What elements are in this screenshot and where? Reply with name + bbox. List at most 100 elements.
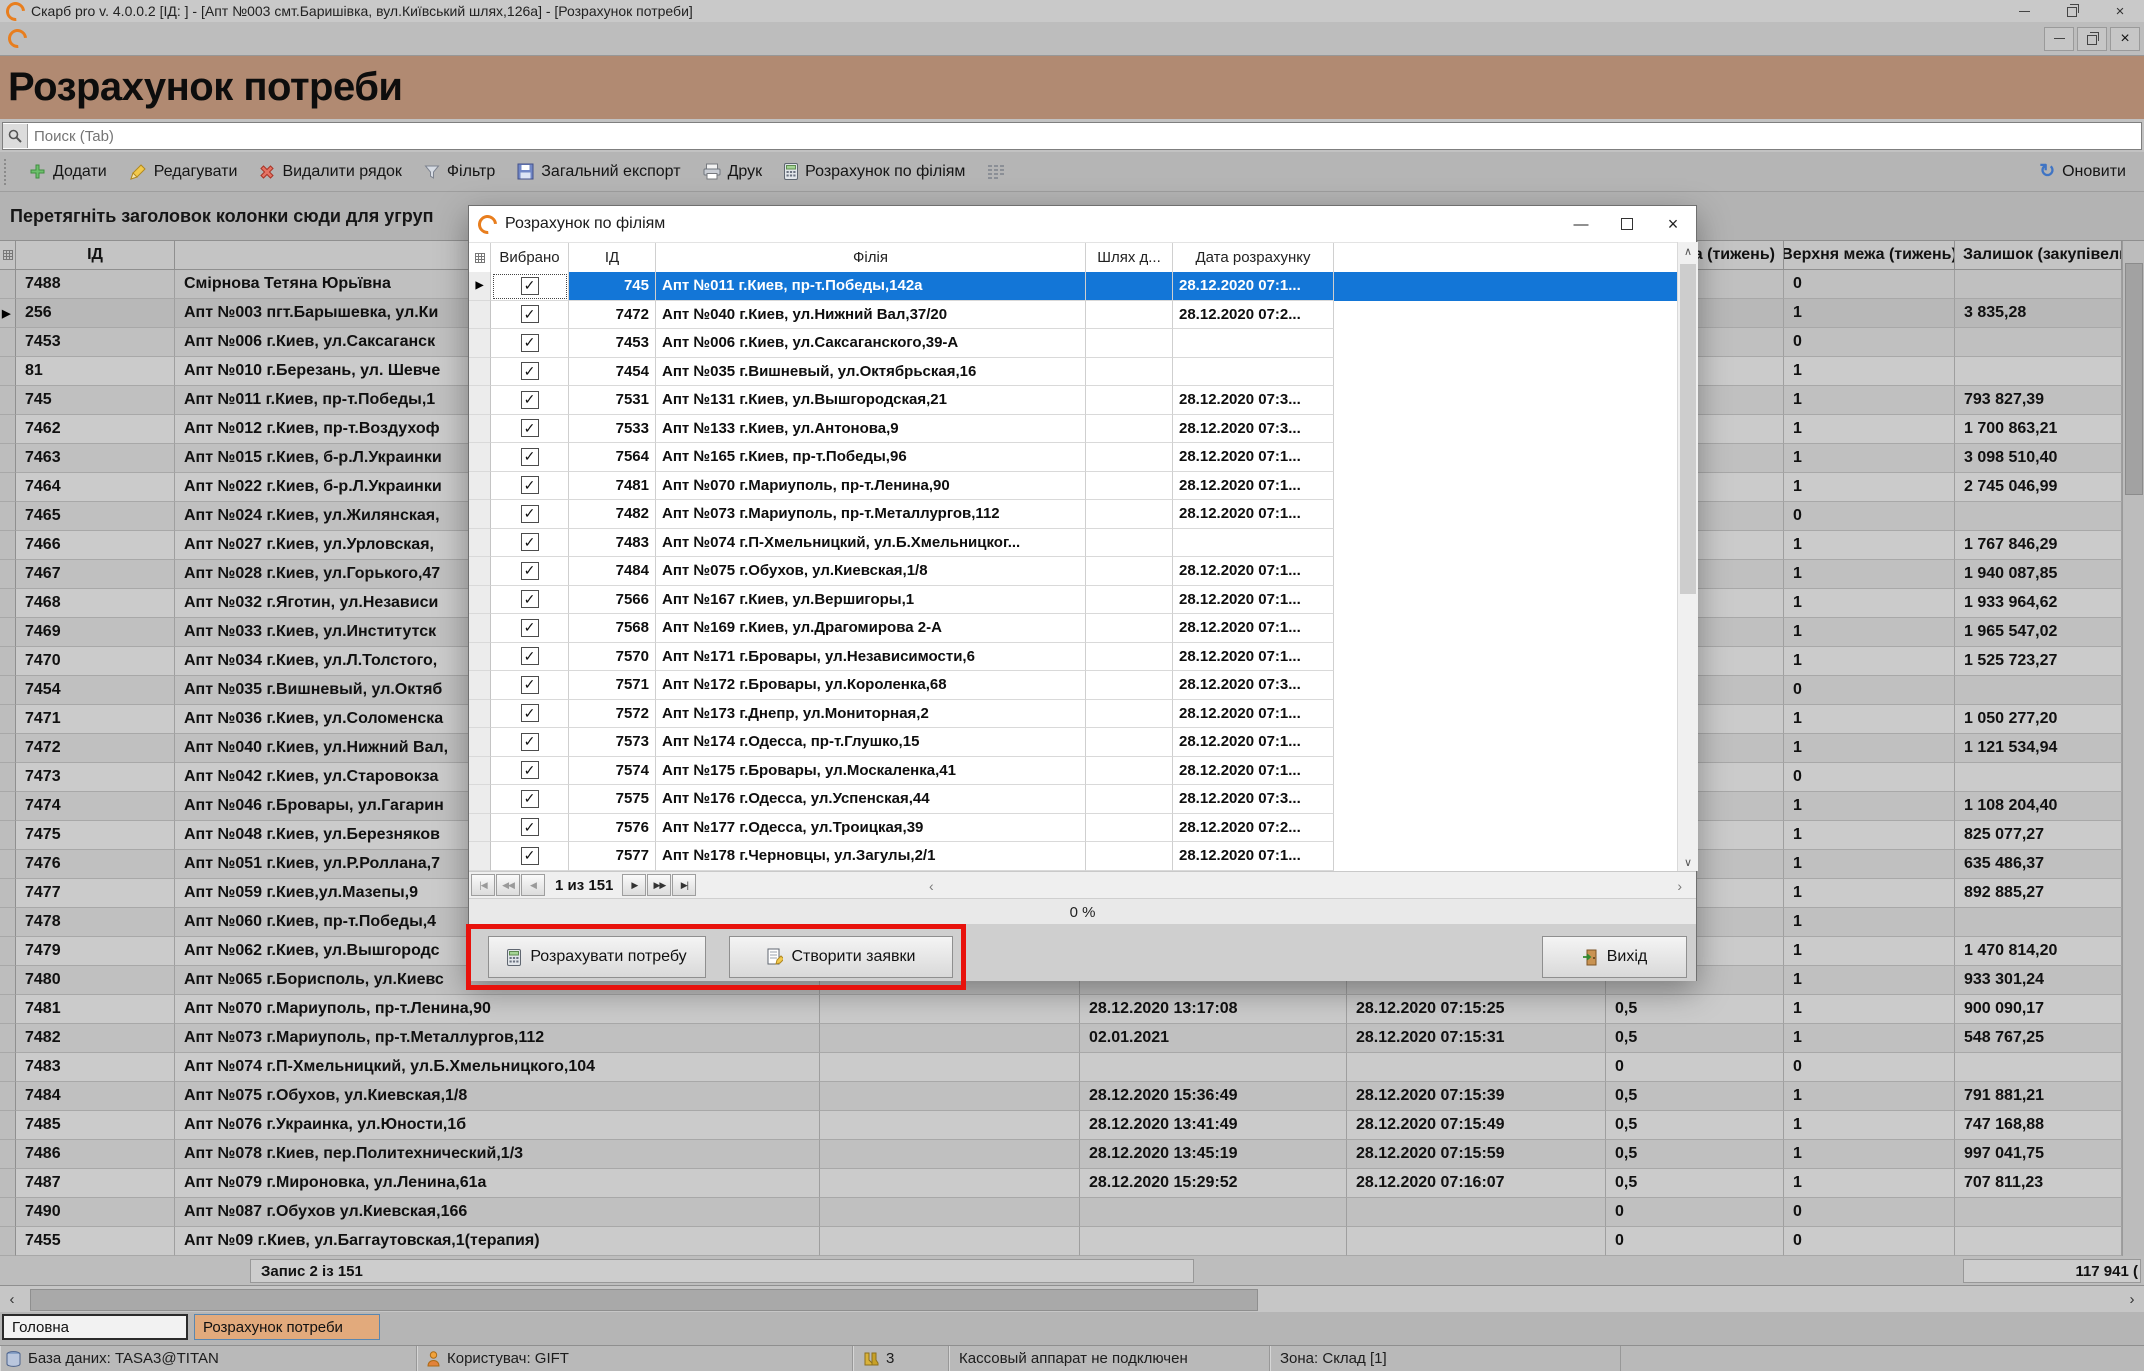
- dialog-minimize-button[interactable]: —: [1558, 206, 1604, 242]
- main-horizontal-scrollbar[interactable]: ‹ ›: [0, 1286, 2144, 1312]
- checkbox-cell[interactable]: [491, 700, 569, 729]
- scroll-left-icon[interactable]: ‹: [0, 1286, 24, 1312]
- delete-row-button[interactable]: Видалити рядок: [251, 160, 409, 184]
- columns-icon[interactable]: [979, 161, 1013, 183]
- branch-row[interactable]: 7572 Апт №173 г.Днепр, ул.Мониторная,2 2…: [469, 700, 1677, 729]
- branch-row[interactable]: 7564 Апт №165 г.Киев, пр-т.Победы,96 28.…: [469, 443, 1677, 472]
- branch-row[interactable]: 7483 Апт №074 г.П-Хмельницкий, ул.Б.Хмел…: [469, 529, 1677, 558]
- checkbox-cell[interactable]: [491, 500, 569, 529]
- mdi-close-button[interactable]: ×: [2110, 27, 2140, 51]
- column-header-checked[interactable]: Вибрано: [491, 243, 569, 273]
- checkbox-cell[interactable]: [491, 415, 569, 444]
- dialog-maximize-button[interactable]: [1604, 206, 1650, 242]
- checkbox[interactable]: [521, 619, 539, 637]
- checkbox[interactable]: [521, 505, 539, 523]
- main-vertical-scrollbar[interactable]: [2122, 241, 2144, 1256]
- table-row[interactable]: 7486 Апт №078 г.Киев, пер.Политехнически…: [0, 1140, 2144, 1169]
- table-row[interactable]: 7482 Апт №073 г.Мариуполь, пр-т.Металлур…: [0, 1024, 2144, 1053]
- branch-row[interactable]: 7568 Апт №169 г.Киев, ул.Драгомирова 2-А…: [469, 614, 1677, 643]
- edit-button[interactable]: Редагувати: [121, 160, 246, 184]
- checkbox[interactable]: [521, 391, 539, 409]
- column-header-id[interactable]: ІД: [569, 243, 656, 273]
- filter-button[interactable]: Фільтр: [416, 160, 503, 184]
- branch-row[interactable]: 7576 Апт №177 г.Одесса, ул.Троицкая,39 2…: [469, 814, 1677, 843]
- column-header-path[interactable]: Шлях д...: [1086, 243, 1173, 273]
- pager-prev-page-icon[interactable]: ◀◀: [496, 874, 520, 896]
- checkbox-cell[interactable]: [491, 557, 569, 586]
- checkbox[interactable]: [521, 818, 539, 836]
- dialog-vertical-scrollbar[interactable]: ∧ ∨: [1677, 242, 1698, 871]
- mdi-minimize-button[interactable]: [2044, 27, 2074, 51]
- checkbox-cell[interactable]: [491, 301, 569, 330]
- checkbox[interactable]: [521, 676, 539, 694]
- minimize-button[interactable]: [2000, 0, 2048, 22]
- table-row[interactable]: 7484 Апт №075 г.Обухов, ул.Киевская,1/8 …: [0, 1082, 2144, 1111]
- checkbox-cell[interactable]: [491, 443, 569, 472]
- calc-by-branches-button[interactable]: Розрахунок по філіям: [776, 160, 973, 184]
- column-header-branch[interactable]: Філія: [656, 243, 1086, 273]
- column-header-stock[interactable]: Залишок (закупівельн: [1955, 240, 2122, 270]
- checkbox-cell[interactable]: [491, 586, 569, 615]
- branch-row[interactable]: 7574 Апт №175 г.Бровары, ул.Москаленка,4…: [469, 757, 1677, 786]
- table-row[interactable]: 7455 Апт №09 г.Киев, ул.Баггаутовская,1(…: [0, 1227, 2144, 1256]
- checkbox[interactable]: [521, 419, 539, 437]
- pager-first-icon[interactable]: |◀: [471, 874, 495, 896]
- branch-row[interactable]: 7575 Апт №176 г.Одесса, ул.Успенская,44 …: [469, 785, 1677, 814]
- toolbar-grip[interactable]: [4, 159, 11, 185]
- scrollbar-thumb[interactable]: [1680, 264, 1696, 594]
- checkbox[interactable]: [521, 334, 539, 352]
- checkbox[interactable]: [521, 847, 539, 865]
- checkbox-cell[interactable]: [491, 614, 569, 643]
- branch-row[interactable]: 7482 Апт №073 г.Мариуполь, пр-т.Металлур…: [469, 500, 1677, 529]
- print-button[interactable]: Друк: [695, 160, 771, 184]
- branch-row[interactable]: 7573 Апт №174 г.Одесса, пр-т.Глушко,15 2…: [469, 728, 1677, 757]
- checkbox[interactable]: [521, 590, 539, 608]
- mdi-restore-button[interactable]: [2077, 27, 2107, 51]
- checkbox[interactable]: [521, 647, 539, 665]
- checkbox-cell[interactable]: [491, 757, 569, 786]
- checkbox-cell[interactable]: [491, 814, 569, 843]
- dialog-horizontal-scrollbar[interactable]: ‹ ›: [929, 874, 1682, 897]
- refresh-button[interactable]: ↻ Оновити: [2031, 157, 2134, 186]
- checkbox[interactable]: [521, 362, 539, 380]
- pager-next-icon[interactable]: ▶: [622, 874, 646, 896]
- pager-prev-icon[interactable]: ◀: [521, 874, 545, 896]
- restore-button[interactable]: [2048, 0, 2096, 22]
- add-button[interactable]: Додати: [21, 160, 115, 184]
- pager-last-icon[interactable]: ▶|: [672, 874, 696, 896]
- branch-row[interactable]: 7472 Апт №040 г.Киев, ул.Нижний Вал,37/2…: [469, 301, 1677, 330]
- table-row[interactable]: 7490 Апт №087 г.Обухов ул.Киевская,166 0…: [0, 1198, 2144, 1227]
- checkbox-cell[interactable]: [491, 529, 569, 558]
- checkbox[interactable]: [521, 761, 539, 779]
- checkbox[interactable]: [521, 562, 539, 580]
- checkbox-cell[interactable]: [491, 671, 569, 700]
- export-button[interactable]: Загальний експорт: [509, 160, 688, 184]
- checkbox[interactable]: [521, 790, 539, 808]
- table-row[interactable]: 7487 Апт №079 г.Мироновка, ул.Ленина,61а…: [0, 1169, 2144, 1198]
- checkbox-cell[interactable]: [491, 386, 569, 415]
- branch-row[interactable]: 7571 Апт №172 г.Бровары, ул.Короленка,68…: [469, 671, 1677, 700]
- branch-row[interactable]: 7454 Апт №035 г.Вишневый, ул.Октябрьская…: [469, 358, 1677, 387]
- checkbox-cell[interactable]: [491, 472, 569, 501]
- checkbox-cell[interactable]: [491, 785, 569, 814]
- checkbox[interactable]: [521, 305, 539, 323]
- table-row[interactable]: 7483 Апт №074 г.П-Хмельницкий, ул.Б.Хмел…: [0, 1053, 2144, 1082]
- close-button[interactable]: ×: [2096, 0, 2144, 22]
- exit-button[interactable]: Вихід: [1542, 936, 1687, 978]
- checkbox-cell[interactable]: [491, 728, 569, 757]
- checkbox[interactable]: [521, 533, 539, 551]
- column-header-id[interactable]: ІД: [16, 240, 175, 270]
- checkbox[interactable]: [521, 476, 539, 494]
- checkbox-cell[interactable]: [491, 643, 569, 672]
- scroll-left-icon[interactable]: ‹: [929, 878, 934, 894]
- branch-row[interactable]: 7533 Апт №133 г.Киев, ул.Антонова,9 28.1…: [469, 415, 1677, 444]
- dialog-close-button[interactable]: ×: [1650, 206, 1696, 242]
- column-header-upper[interactable]: Верхня межа (тижень): [1784, 240, 1955, 270]
- tab-calculation[interactable]: Розрахунок потреби: [194, 1314, 380, 1340]
- branch-row[interactable]: 7531 Апт №131 г.Киев, ул.Вышгородская,21…: [469, 386, 1677, 415]
- checkbox[interactable]: [521, 733, 539, 751]
- tab-home[interactable]: Головна: [2, 1314, 188, 1340]
- branch-row[interactable]: 745 Апт №011 г.Киев, пр-т.Победы,142а 28…: [469, 272, 1677, 301]
- checkbox-cell[interactable]: [491, 358, 569, 387]
- scrollbar-thumb[interactable]: [2125, 263, 2143, 495]
